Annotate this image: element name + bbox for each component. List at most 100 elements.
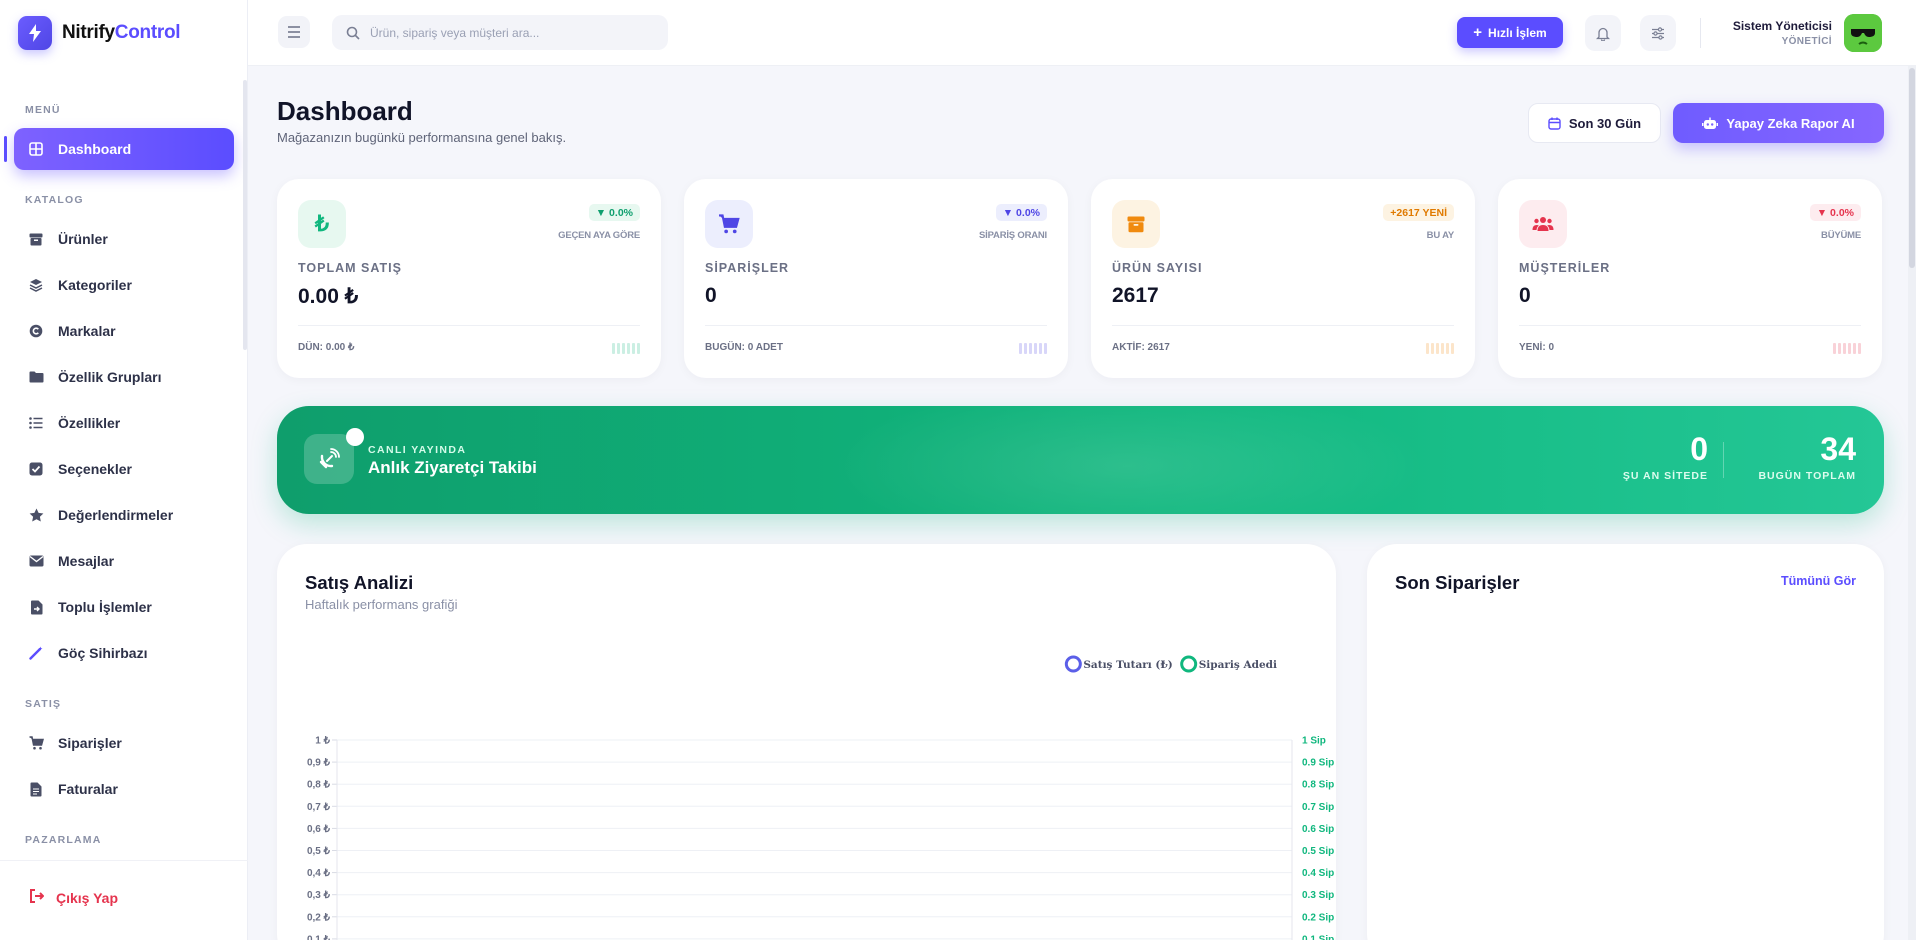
nav-section-title: PAZARLAMA (25, 834, 102, 846)
y-left-tick-label: 0,6 ₺ (307, 824, 331, 835)
stat-value: 2617 (1112, 284, 1159, 307)
quick-action-button[interactable]: + Hızlı İşlem (1457, 17, 1563, 48)
sidebar-item-label: Siparişler (58, 735, 122, 751)
layers-icon (28, 277, 44, 293)
sparkline-bar (1044, 343, 1047, 354)
sparkline-bar (1858, 343, 1861, 354)
sidebar-item-label: Göç Sihirbazı (58, 645, 148, 661)
legend-label: Sipariş Adedi (1199, 659, 1277, 671)
y-left-tick-label: 0,1 ₺ (307, 934, 331, 940)
nav-section-title: MENÜ (25, 104, 61, 116)
sidebar-scrollbar[interactable] (243, 80, 247, 350)
sidebar-item-ürünler[interactable]: Ürünler (14, 218, 234, 260)
user-info: Sistem Yöneticisi YÖNETİCİ (1733, 19, 1832, 47)
divider (1723, 442, 1724, 478)
view-all-orders-link[interactable]: Tümünü Gör (1781, 574, 1856, 588)
settings-button[interactable] (1640, 15, 1676, 51)
sidebar-item-toplu-i-şlemler[interactable]: Toplu İşlemler (14, 586, 234, 628)
package-icon (1112, 200, 1160, 248)
stat-label: SİPARİŞLER (705, 261, 790, 275)
sparkline-bar (632, 343, 635, 354)
user-name: Sistem Yöneticisi (1732, 19, 1832, 33)
y-right-tick-label: 0.3 Sip (1302, 890, 1334, 901)
sidebar-item-özellikler[interactable]: Özellikler (14, 402, 234, 444)
main-scrollbar[interactable] (1908, 66, 1916, 940)
search-box[interactable] (332, 15, 668, 50)
stat-change-caption: BU AY (1426, 230, 1455, 241)
sidebar-item-label: Dashboard (58, 141, 132, 157)
menu-toggle-button[interactable] (278, 16, 310, 48)
divider (705, 325, 1047, 326)
sparkline-bar (1039, 343, 1042, 354)
date-range-button[interactable]: Son 30 Gün (1528, 103, 1661, 143)
sidebar-item-markalar[interactable]: Markalar (14, 310, 234, 352)
main-scrollbar-thumb[interactable] (1909, 68, 1915, 268)
sparkline-bar (617, 343, 620, 354)
y-left-tick-label: 0,7 ₺ (307, 802, 331, 813)
legend-label: Satış Tutarı (₺) (1083, 659, 1172, 671)
search-input[interactable] (370, 25, 650, 40)
stat-change-caption: SİPARİŞ ORANI (979, 230, 1047, 241)
sidebar-item-özellik-grupları[interactable]: Özellik Grupları (14, 356, 234, 398)
stat-change-badge: +2617 YENİ (1383, 204, 1454, 221)
user-menu[interactable]: Sistem Yöneticisi YÖNETİCİ (1733, 14, 1882, 52)
sidebar-item-faturalar[interactable]: Faturalar (14, 768, 234, 810)
copyright-icon (28, 323, 44, 339)
calendar-icon (1548, 117, 1561, 130)
sidebar-item-label: Seçenekler (58, 461, 132, 477)
bell-icon (1596, 27, 1610, 41)
sidebar-item-göç-sihirbazı[interactable]: Göç Sihirbazı (14, 632, 234, 674)
stat-footer: AKTİF: 2617 (1112, 342, 1170, 353)
stat-change-caption: GEÇEN AYA GÖRE (558, 230, 640, 241)
sparkline-bar (1853, 343, 1856, 354)
y-right-tick-label: 1 Sip (1302, 736, 1326, 747)
ai-report-button[interactable]: Yapay Zeka Rapor AI (1673, 103, 1884, 143)
stat-card[interactable]: +2617 YENİ BU AY ÜRÜN SAYISI 2617 AKTİF: 261… (1091, 179, 1475, 378)
sparkline-bar (1838, 343, 1841, 354)
recent-orders-title: Son Siparişler (1395, 572, 1520, 593)
live-now-value: 0 (1690, 431, 1708, 467)
brand-name-part2: Control (114, 22, 181, 43)
invoice-icon (28, 781, 44, 797)
sidebar-item-label: Özellikler (58, 415, 121, 431)
logout-button[interactable]: Çıkış Yap (30, 889, 118, 906)
brand[interactable]: NitrifyControl (18, 15, 181, 51)
sales-chart-card: Satış Analizi Haftalık performans grafiğ… (277, 544, 1336, 940)
live-indicator-dot (346, 428, 364, 446)
nav-section-title: SATIŞ (25, 698, 62, 710)
avatar[interactable] (1844, 14, 1882, 52)
sliders-icon (1652, 26, 1664, 40)
stat-sparkline (612, 343, 640, 354)
y-left-tick-label: 0,3 ₺ (307, 890, 331, 901)
stat-card[interactable]: ₺ ▼ 0.0% GEÇEN AYA GÖRE TOPLAM SATIŞ 0.00 ₺ D… (277, 179, 661, 378)
y-right-tick-label: 0.2 Sip (1302, 912, 1334, 923)
sidebar-item-label: Değerlendirmeler (58, 507, 174, 523)
date-range-label: Son 30 Gün (1568, 115, 1642, 131)
hamburger-icon (288, 26, 300, 38)
sparkline-bar (622, 343, 625, 354)
divider (1112, 325, 1454, 326)
app-root: NitrifyControl MENÜ Dashboard KATALOG Ürünl… (0, 0, 1916, 940)
sidebar-item-mesajlar[interactable]: Mesajlar (14, 540, 234, 582)
live-today-label: BUGÜN TOPLAM (1758, 470, 1856, 482)
sparkline-bar (637, 343, 640, 354)
y-left-tick-label: 0,9 ₺ (307, 758, 331, 769)
sidebar: NitrifyControl MENÜ Dashboard KATALOG Ürünl… (0, 0, 248, 940)
stat-card[interactable]: ▼ 0.0% BÜYÜME MÜŞTERİLER 0 YENİ: 0 (1498, 179, 1882, 378)
stat-change-badge: ▼ 0.0% (1809, 204, 1861, 221)
sidebar-item-değerlendirmeler[interactable]: Değerlendirmeler (14, 494, 234, 536)
sidebar-item-label: Faturalar (58, 781, 118, 797)
sidebar-item-siparişler[interactable]: Siparişler (14, 722, 234, 764)
stat-card[interactable]: ▼ 0.0% SİPARİŞ ORANI SİPARİŞLER 0 BUGÜN: 0 A… (684, 179, 1068, 378)
y-left-tick-label: 0,5 ₺ (307, 846, 331, 857)
notifications-button[interactable] (1585, 15, 1621, 51)
sidebar-item-kategoriler[interactable]: Kategoriler (14, 264, 234, 306)
wand-icon (28, 645, 44, 661)
sidebar-item-dashboard[interactable]: Dashboard (4, 128, 234, 170)
live-kicker: CANLI YAYINDA (368, 444, 467, 456)
avatar-sunglasses-icon (1844, 14, 1882, 52)
sidebar-item-seçenekler[interactable]: Seçenekler (14, 448, 234, 490)
stat-value: 0 (705, 284, 717, 307)
stat-footer: BUGÜN: 0 ADET (705, 342, 783, 353)
sales-line-chart[interactable]: 0 ₺0 Sip0,1 ₺0.1 Sip0,2 ₺0.2 Sip0,3 ₺0.3… (277, 544, 1336, 940)
